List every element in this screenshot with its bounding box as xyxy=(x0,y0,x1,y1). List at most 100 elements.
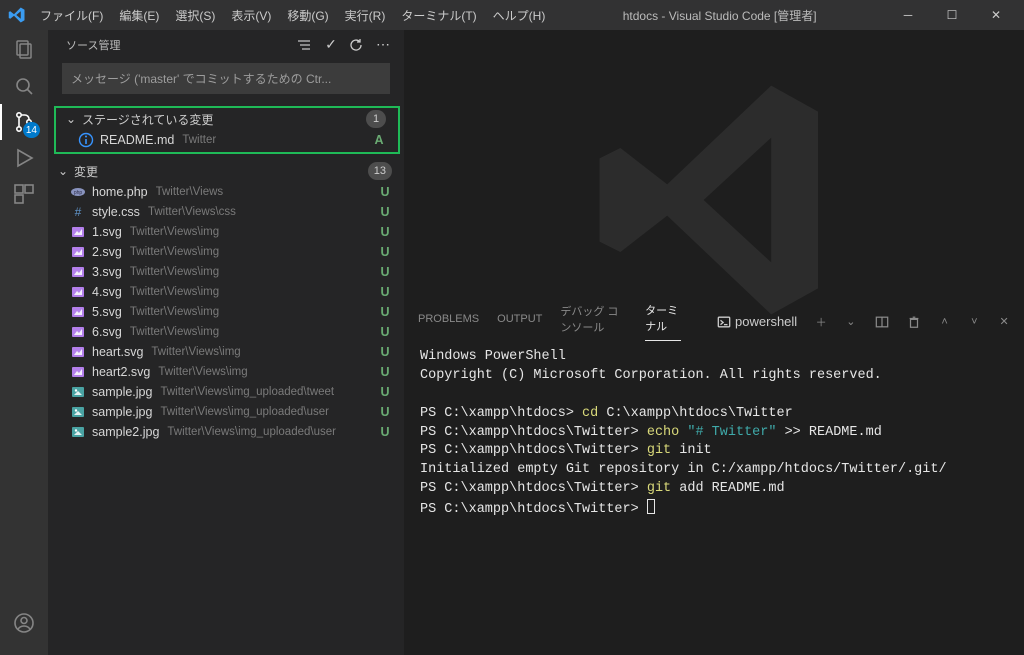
file-name: style.css xyxy=(92,205,140,219)
file-name: sample.jpg xyxy=(92,385,152,399)
file-row[interactable]: sample2.jpg Twitter\Views\img_uploaded\us… xyxy=(48,422,404,442)
file-status: U xyxy=(378,325,392,339)
file-type-icon: # xyxy=(70,204,86,220)
file-name: 3.svg xyxy=(92,265,122,279)
file-status: A xyxy=(372,133,386,147)
file-status: U xyxy=(378,225,392,239)
window-title: htdocs - Visual Studio Code [管理者] xyxy=(555,7,884,24)
file-name: sample2.jpg xyxy=(92,425,159,439)
terminal-split-down-icon[interactable]: ⌄ xyxy=(845,315,857,328)
file-status: U xyxy=(378,385,392,399)
file-row[interactable]: 2.svgTwitter\Views\imgU xyxy=(48,242,404,262)
chevron-down-icon: ⌄ xyxy=(66,112,78,126)
file-path: Twitter\Views\img_uploaded\user xyxy=(160,406,329,418)
file-status: U xyxy=(378,425,392,439)
activity-explorer-icon[interactable] xyxy=(10,36,38,64)
chevron-down-icon: ⌄ xyxy=(58,164,70,178)
file-row[interactable]: sample.jpgTwitter\Views\img_uploaded\use… xyxy=(48,402,404,422)
file-row[interactable]: phphome.phpTwitter\ViewsU xyxy=(48,182,404,202)
file-status: U xyxy=(378,365,392,379)
menu-terminal[interactable]: ターミナル(T) xyxy=(395,3,482,28)
menu-selection[interactable]: 選択(S) xyxy=(169,3,221,28)
file-name: 6.svg xyxy=(92,325,122,339)
file-type-icon xyxy=(70,324,86,340)
file-status: U xyxy=(378,345,392,359)
file-path: Twitter\Views\img xyxy=(130,306,219,318)
bottom-panel: PROBLEMS OUTPUT デバッグ コンソール ターミナル powersh… xyxy=(404,305,1024,655)
file-row[interactable]: 6.svgTwitter\Views\imgU xyxy=(48,322,404,342)
file-type-icon: php xyxy=(70,184,86,200)
file-row[interactable]: 4.svgTwitter\Views\imgU xyxy=(48,282,404,302)
file-row[interactable]: 3.svgTwitter\Views\imgU xyxy=(48,262,404,282)
file-type-icon xyxy=(70,224,86,240)
tab-output[interactable]: OUTPUT xyxy=(497,313,542,331)
menu-view[interactable]: 表示(V) xyxy=(225,3,277,28)
window-close-button[interactable]: ✕ xyxy=(976,8,1016,22)
file-row[interactable]: sample.jpgTwitter\Views\img_uploaded\twe… xyxy=(48,382,404,402)
file-type-icon xyxy=(70,364,86,380)
menu-file[interactable]: ファイル(F) xyxy=(34,3,109,28)
activity-run-debug-icon[interactable] xyxy=(10,144,38,172)
scm-more-icon[interactable]: ⋯ xyxy=(374,36,392,53)
scm-commit-icon[interactable]: ✓ xyxy=(322,36,340,53)
changes-section-header[interactable]: ⌄ 変更 13 xyxy=(48,160,404,182)
file-name: 4.svg xyxy=(92,285,122,299)
terminal-kill-icon[interactable] xyxy=(907,315,921,329)
main-area: 14 ソース管理 ✓ ⋯ メッセージ ('master' でコミットするための … xyxy=(0,30,1024,655)
file-path: Twitter xyxy=(182,134,216,146)
activity-source-control-icon[interactable]: 14 xyxy=(10,108,38,136)
panel-chevron-down-icon[interactable]: ˅ xyxy=(968,316,980,328)
changes-section-label: 変更 xyxy=(74,163,364,180)
file-path: Twitter\Views\css xyxy=(148,206,236,218)
file-type-icon xyxy=(78,132,94,148)
file-name: 5.svg xyxy=(92,305,122,319)
file-path: Twitter\Views\img xyxy=(158,366,247,378)
file-type-icon xyxy=(70,404,86,420)
panel-maximize-icon[interactable]: ˄ xyxy=(939,316,951,328)
file-row[interactable]: 5.svg Twitter\Views\img U xyxy=(48,302,404,322)
file-status: U xyxy=(378,305,392,319)
file-path: Twitter\Views\img_uploaded\user xyxy=(167,426,336,438)
file-row[interactable]: heart2.svgTwitter\Views\imgU xyxy=(48,362,404,382)
menubar: ファイル(F) 編集(E) 選択(S) 表示(V) 移動(G) 実行(R) ター… xyxy=(0,0,1024,30)
file-row[interactable]: heart.svgTwitter\Views\imgU xyxy=(48,342,404,362)
file-path: Twitter\Views xyxy=(156,186,224,198)
menu-go[interactable]: 移動(G) xyxy=(281,3,334,28)
scm-view-as-tree-icon[interactable] xyxy=(296,37,314,53)
staged-section-header[interactable]: ⌄ ステージされている変更 1 xyxy=(56,108,398,130)
file-row[interactable]: # style.css Twitter\Views\css U xyxy=(48,202,404,222)
terminal-output[interactable]: Windows PowerShell Copyright (C) Microso… xyxy=(404,338,1024,655)
file-type-icon xyxy=(70,264,86,280)
file-row[interactable]: 1.svgTwitter\Views\imgU xyxy=(48,222,404,242)
staged-count: 1 xyxy=(366,110,386,128)
editor-area: PROBLEMS OUTPUT デバッグ コンソール ターミナル powersh… xyxy=(404,30,1024,655)
file-name: README.md xyxy=(100,133,174,147)
vscode-watermark-icon xyxy=(584,70,844,330)
window-maximize-button[interactable]: ☐ xyxy=(932,8,972,22)
file-name: 2.svg xyxy=(92,245,122,259)
file-type-icon xyxy=(70,284,86,300)
menu-help[interactable]: ヘルプ(H) xyxy=(487,3,552,28)
file-status: U xyxy=(378,265,392,279)
activity-search-icon[interactable] xyxy=(10,72,38,100)
terminal-split-icon[interactable] xyxy=(875,315,889,329)
menu-edit[interactable]: 編集(E) xyxy=(113,3,165,28)
activity-accounts-icon[interactable] xyxy=(10,609,38,637)
activity-extensions-icon[interactable] xyxy=(10,180,38,208)
file-row[interactable]: README.md Twitter A xyxy=(56,130,398,150)
scm-header: ソース管理 ✓ ⋯ xyxy=(48,30,404,57)
file-path: Twitter\Views\img xyxy=(130,246,219,258)
file-name: heart.svg xyxy=(92,345,143,359)
file-type-icon xyxy=(70,424,86,440)
commit-message-input[interactable]: メッセージ ('master' でコミットするための Ctr... xyxy=(62,63,390,94)
window-minimize-button[interactable]: ─ xyxy=(888,8,928,22)
terminal-cursor xyxy=(647,499,655,514)
file-status: U xyxy=(378,205,392,219)
panel-close-icon[interactable]: ✕ xyxy=(998,315,1010,328)
tab-problems[interactable]: PROBLEMS xyxy=(418,313,479,331)
scm-refresh-icon[interactable] xyxy=(348,37,366,53)
menu-run[interactable]: 実行(R) xyxy=(339,3,392,28)
svg-text:#: # xyxy=(75,205,82,219)
file-status: U xyxy=(378,285,392,299)
scm-title: ソース管理 xyxy=(66,37,288,53)
